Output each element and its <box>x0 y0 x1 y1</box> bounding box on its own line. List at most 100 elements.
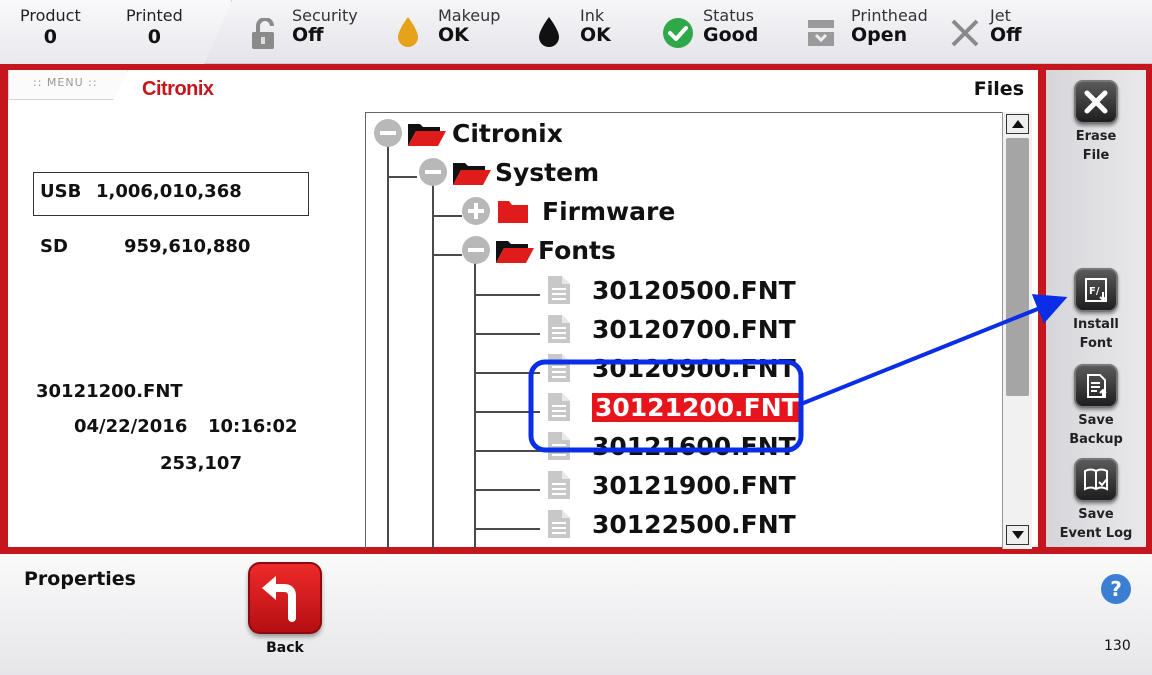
back-button[interactable]: Back <box>246 562 324 658</box>
selected-file-size: 253,107 <box>160 453 242 474</box>
padlock-open-icon <box>252 18 274 49</box>
tree-file-selected[interactable]: 30121200.FNT <box>546 389 802 425</box>
tree-node-fonts[interactable]: Fonts <box>460 232 616 268</box>
open-folder-icon <box>453 163 491 185</box>
makeup-drop-icon <box>398 17 418 47</box>
save-event-log-label: Save Event Log <box>1059 507 1133 541</box>
tree-file-label: 30120900.FNT <box>592 353 796 383</box>
tree-file-label: 30120500.FNT <box>592 275 796 305</box>
collapse-icon[interactable] <box>460 234 492 266</box>
scroll-thumb[interactable] <box>1006 138 1029 396</box>
back-arrow-icon <box>248 562 322 634</box>
ink-label: Ink <box>580 6 605 25</box>
makeup-status[interactable]: Makeup OK <box>438 8 500 45</box>
file-actions-toolbar: Erase File F/ Install Font Save Backup S… <box>1046 70 1146 547</box>
tree-node-citronix[interactable]: Citronix <box>372 115 563 151</box>
tree-scrollbar[interactable] <box>1002 112 1032 549</box>
close-icon <box>1074 80 1118 124</box>
printhead-status[interactable]: Printhead Open <box>851 8 928 45</box>
install-font-label: Install Font <box>1073 317 1119 351</box>
printed-label: Printed <box>126 6 183 25</box>
menu-button[interactable]: :: MENU :: <box>8 70 128 100</box>
save-backup-icon <box>1074 364 1118 408</box>
status-label: Status <box>703 6 754 25</box>
triangle-down-icon <box>1011 531 1024 539</box>
ink-status[interactable]: Ink OK <box>580 8 611 45</box>
install-font-icon: F/ <box>1074 268 1118 312</box>
erase-file-label: Erase File <box>1075 129 1117 163</box>
printhead-value: Open <box>851 24 908 46</box>
selected-file-time: 10:16:02 <box>208 416 298 437</box>
file-icon <box>548 510 570 538</box>
printed-value: 0 <box>147 26 162 48</box>
save-event-log-icon <box>1074 458 1118 502</box>
x-icon <box>951 19 979 47</box>
save-backup-button[interactable]: Save Backup <box>1046 364 1146 449</box>
tree-file-label: 30121900.FNT <box>592 470 796 500</box>
tree-file-label: 30122500.FNT <box>592 509 796 539</box>
expand-icon[interactable] <box>460 195 492 227</box>
properties-heading: Properties <box>24 568 136 590</box>
check-circle-icon <box>663 18 693 48</box>
scroll-up-button[interactable] <box>1006 114 1029 134</box>
security-status[interactable]: Security Off <box>292 8 358 45</box>
system-status[interactable]: Status Good <box>703 8 758 45</box>
tree-file-label-selected: 30121200.FNT <box>592 392 802 422</box>
product-label: Product <box>20 6 81 25</box>
tree-label-fonts: Fonts <box>538 235 616 265</box>
folder-icon <box>498 201 528 223</box>
tree-file[interactable]: 30121600.FNT <box>546 428 796 464</box>
usb-label: USB <box>40 181 82 202</box>
triangle-up-icon <box>1011 120 1024 128</box>
tree-file-label: 30121600.FNT <box>592 431 796 461</box>
file-tree[interactable]: Citronix System Firmware Fonts 30120500.… <box>365 112 1031 549</box>
selected-file-date: 04/22/2016 <box>74 416 188 437</box>
tree-file[interactable]: 30120500.FNT <box>546 272 796 308</box>
menu-label: :: MENU :: <box>33 76 98 89</box>
file-icon <box>548 354 570 382</box>
back-label: Back <box>266 640 304 656</box>
file-icon <box>548 276 570 304</box>
tree-label-system: System <box>495 157 600 187</box>
title-bar: :: MENU :: Citronix Files <box>8 70 1038 110</box>
file-icon <box>548 315 570 343</box>
security-value: Off <box>292 24 324 46</box>
tree-file[interactable]: 30120900.FNT <box>546 350 796 386</box>
tree-file[interactable]: 30120700.FNT <box>546 311 796 347</box>
install-font-button[interactable]: F/ Install Font <box>1046 268 1146 353</box>
bottom-bar: Properties Back ? 130 <box>0 552 1152 675</box>
screen-number: 130 <box>1104 638 1131 654</box>
tree-node-system[interactable]: System <box>417 154 599 190</box>
sd-label: SD <box>40 236 68 257</box>
svg-text:F/: F/ <box>1089 286 1100 297</box>
product-counter: Product 0 <box>20 8 81 47</box>
status-bar: Product 0 Printed 0 Security Off Makeup … <box>0 0 1152 64</box>
selected-file-name: 30121200.FNT <box>36 381 183 402</box>
tree-file[interactable]: 30122500.FNT <box>546 506 796 542</box>
file-icon <box>548 393 570 421</box>
files-panel: :: MENU :: Citronix Files USB 1,006,010,… <box>8 70 1038 549</box>
makeup-value: OK <box>438 24 469 46</box>
security-label: Security <box>292 6 358 25</box>
scroll-down-button[interactable] <box>1006 525 1029 545</box>
tree-label-firmware: Firmware <box>542 196 676 226</box>
brand-logo: Citronix <box>142 78 214 100</box>
jet-status[interactable]: Jet Off <box>990 8 1022 45</box>
printhead-icon <box>808 20 834 46</box>
help-icon[interactable]: ? <box>1101 574 1131 604</box>
file-icon <box>548 432 570 460</box>
erase-file-button[interactable]: Erase File <box>1046 80 1146 165</box>
tree-node-firmware[interactable]: Firmware <box>460 193 675 229</box>
collapse-icon[interactable] <box>372 117 404 149</box>
save-backup-label: Save Backup <box>1069 413 1123 447</box>
sd-free-bytes: 959,610,880 <box>124 236 251 257</box>
collapse-icon[interactable] <box>417 156 449 188</box>
ink-value: OK <box>580 24 611 46</box>
save-event-log-button[interactable]: Save Event Log <box>1046 458 1146 543</box>
page-title: Files <box>973 78 1024 100</box>
file-icon <box>548 471 570 499</box>
jet-label: Jet <box>990 6 1011 25</box>
tree-file[interactable]: 30121900.FNT <box>546 467 796 503</box>
main-frame: :: MENU :: Citronix Files USB 1,006,010,… <box>0 64 1152 552</box>
printed-counter: Printed 0 <box>126 8 183 47</box>
